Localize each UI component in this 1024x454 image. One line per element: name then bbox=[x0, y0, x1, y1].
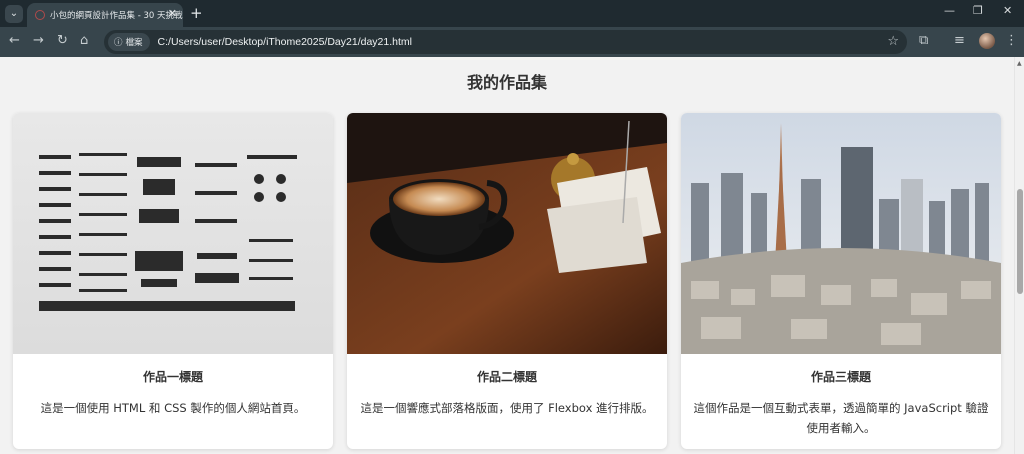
media-control-icon[interactable]: ≡ bbox=[954, 33, 965, 48]
page-viewport: 我的作品集 作品一標題 這是一個使用 HTML 和 CSS 製作的個人網站首頁。… bbox=[0, 57, 1014, 454]
card-3-image bbox=[681, 113, 1001, 354]
url-text[interactable]: C:/Users/user/Desktop/iThome2025/Day21/d… bbox=[158, 36, 412, 48]
reload-icon[interactable]: ↻ bbox=[57, 33, 68, 48]
page-title: 我的作品集 bbox=[466, 73, 547, 92]
site-info-button[interactable]: ⓘ 檔案 bbox=[108, 33, 150, 51]
new-tab-icon[interactable]: + bbox=[190, 4, 203, 22]
card-3-description: 這個作品是一個互動式表單，透過簡單的 JavaScript 驗證使用者輸入。 bbox=[693, 401, 989, 435]
portfolio-card-1: 作品一標題 這是一個使用 HTML 和 CSS 製作的個人網站首頁。 bbox=[13, 113, 333, 449]
close-tab-icon[interactable]: ✕ bbox=[168, 7, 177, 20]
back-icon[interactable]: ← bbox=[9, 33, 20, 48]
scroll-up-arrow-icon[interactable]: ▲ bbox=[1017, 60, 1022, 67]
home-icon[interactable]: ⌂ bbox=[80, 33, 88, 48]
card-1-image bbox=[13, 113, 333, 354]
tab-title: 小包的網頁設計作品集 - 30 天挑戰 bbox=[50, 11, 183, 21]
tab-search-icon[interactable]: ⌄ bbox=[5, 4, 23, 23]
profile-avatar[interactable] bbox=[979, 33, 995, 49]
minimize-icon[interactable]: — bbox=[944, 4, 955, 17]
card-3-title: 作品三標題 bbox=[810, 370, 871, 384]
more-menu-icon[interactable]: ⋮ bbox=[1005, 33, 1018, 48]
close-window-icon[interactable]: ✕ bbox=[1003, 4, 1012, 17]
page-favicon-icon bbox=[35, 10, 45, 20]
active-tab[interactable]: 小包的網頁設計作品集 - 30 天挑戰 ✕ bbox=[27, 3, 183, 27]
card-2-description: 這是一個響應式部落格版面，使用了 Flexbox 進行排版。 bbox=[360, 401, 654, 415]
forward-icon[interactable]: → bbox=[33, 33, 44, 48]
tab-strip: ⌄ 小包的網頁設計作品集 - 30 天挑戰 ✕ + — ❐ ✕ bbox=[0, 0, 1024, 27]
site-info-label: 檔案 bbox=[125, 38, 143, 48]
portfolio-card-3: 作品三標題 這個作品是一個互動式表單，透過簡單的 JavaScript 驗證使用… bbox=[681, 113, 1001, 449]
scrollbar-thumb[interactable] bbox=[1017, 189, 1023, 294]
card-1-description: 這是一個使用 HTML 和 CSS 製作的個人網站首頁。 bbox=[40, 401, 306, 415]
restore-icon[interactable]: ❐ bbox=[973, 4, 983, 17]
portfolio-card-2: 作品二標題 這是一個響應式部落格版面，使用了 Flexbox 進行排版。 bbox=[347, 113, 667, 449]
page-scrollbar[interactable]: ▲ bbox=[1014, 57, 1024, 454]
card-2-image bbox=[347, 113, 667, 354]
bookmark-star-icon[interactable]: ☆ bbox=[887, 34, 899, 49]
info-icon: ⓘ bbox=[114, 38, 123, 48]
card-1-title: 作品一標題 bbox=[142, 370, 203, 384]
address-bar[interactable]: ⓘ 檔案 C:/Users/user/Desktop/iThome2025/Da… bbox=[104, 30, 907, 54]
extensions-icon[interactable]: ⧉ bbox=[919, 33, 928, 48]
card-2-title: 作品二標題 bbox=[476, 370, 537, 384]
browser-toolbar: ← → ↻ ⌂ ⓘ 檔案 C:/Users/user/Desktop/iThom… bbox=[0, 27, 1024, 57]
